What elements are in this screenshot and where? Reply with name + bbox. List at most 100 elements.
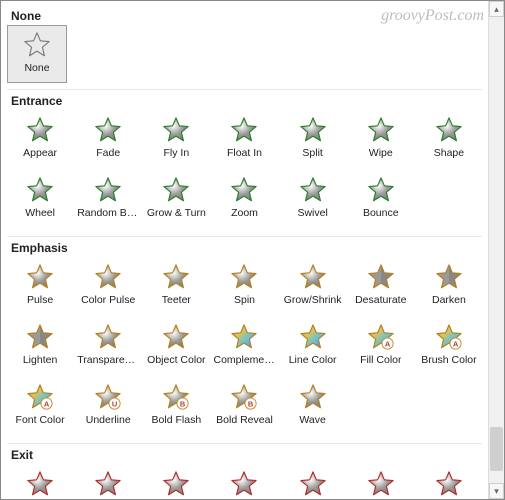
effect-bold-reveal[interactable]: B Bold Reveal [211, 377, 277, 435]
star-icon [434, 115, 464, 145]
svg-text:A: A [44, 399, 50, 408]
effect-label: Bounce [363, 207, 399, 219]
effect-font-color[interactable]: A Font Color [7, 377, 73, 435]
effect-pulse[interactable]: Pulse [7, 257, 73, 315]
effect-split[interactable]: Split [280, 464, 346, 499]
effect-appear[interactable]: Appear [7, 110, 73, 168]
scroll-thumb[interactable] [490, 427, 503, 471]
effect-label: Fill Color [360, 354, 401, 366]
effect-spin[interactable]: Spin [211, 257, 277, 315]
effect-label: Font Color [16, 414, 65, 426]
effect-fade[interactable]: Fade [75, 464, 141, 499]
svg-text:A: A [385, 339, 391, 348]
effect-split[interactable]: Split [280, 110, 346, 168]
effect-grow-turn[interactable]: Grow & Turn [143, 170, 209, 228]
effect-fill-color[interactable]: A Fill Color [348, 317, 414, 375]
scrollbar-vertical[interactable]: ▴ ▾ [488, 1, 504, 499]
star-icon [298, 322, 328, 352]
star-icon [25, 469, 55, 499]
effect-none[interactable]: None [7, 25, 67, 83]
effect-label: Fly In [164, 147, 190, 159]
effect-float-in[interactable]: Float In [211, 110, 277, 168]
star-icon [93, 469, 123, 499]
effect-teeter[interactable]: Teeter [143, 257, 209, 315]
effect-shape[interactable]: Shape [416, 464, 482, 499]
section-head-emphasis: Emphasis [11, 241, 482, 255]
effect-transparency[interactable]: Transparency [75, 317, 141, 375]
star-icon: A [366, 322, 396, 352]
scroll-track[interactable] [489, 17, 504, 483]
effect-label: Float In [227, 147, 262, 159]
effect-lighten[interactable]: Lighten [7, 317, 73, 375]
effect-wave[interactable]: Wave [280, 377, 346, 435]
effect-brush-color[interactable]: A Brush Color [416, 317, 482, 375]
effect-wheel[interactable]: Wheel [7, 170, 73, 228]
effect-wipe[interactable]: Wipe [348, 110, 414, 168]
effect-label: Complemen… [213, 354, 275, 366]
effect-grow-shrink[interactable]: Grow/Shrink [280, 257, 346, 315]
effect-label: Split [302, 147, 322, 159]
star-icon [366, 469, 396, 499]
effect-label: Pulse [27, 294, 53, 306]
star-icon [229, 262, 259, 292]
star-icon: U [93, 382, 123, 412]
effect-fly-out[interactable]: Fly Out [143, 464, 209, 499]
scroll-up-button[interactable]: ▴ [489, 1, 504, 17]
grid-entrance: Appear Fade [7, 110, 482, 228]
star-icon [161, 175, 191, 205]
effect-fly-in[interactable]: Fly In [143, 110, 209, 168]
effect-label: Wheel [25, 207, 55, 219]
effect-darken[interactable]: Darken [416, 257, 482, 315]
svg-text:U: U [112, 399, 117, 408]
effect-wipe[interactable]: Wipe [348, 464, 414, 499]
effect-complemen[interactable]: Complemen… [211, 317, 277, 375]
effect-zoom[interactable]: Zoom [211, 170, 277, 228]
effect-label: Bold Flash [152, 414, 202, 426]
effect-label: None [24, 62, 49, 74]
effect-random-bars[interactable]: Random Bars [75, 170, 141, 228]
scroll-down-button[interactable]: ▾ [489, 483, 504, 499]
effect-color-pulse[interactable]: Color Pulse [75, 257, 141, 315]
effect-object-color[interactable]: Object Color [143, 317, 209, 375]
star-icon [366, 115, 396, 145]
effect-label: Appear [23, 147, 57, 159]
effect-bounce[interactable]: Bounce [348, 170, 414, 228]
effect-line-color[interactable]: Line Color [280, 317, 346, 375]
star-icon [25, 322, 55, 352]
effect-label: Lighten [23, 354, 57, 366]
star-icon [298, 175, 328, 205]
star-icon: A [25, 382, 55, 412]
effect-label: Random Bars [77, 207, 139, 219]
effect-label: Transparency [77, 354, 139, 366]
effect-underline[interactable]: U Underline [75, 377, 141, 435]
star-icon [25, 175, 55, 205]
star-icon: B [229, 382, 259, 412]
effect-label: Zoom [231, 207, 258, 219]
effect-label: Teeter [162, 294, 191, 306]
star-icon [298, 469, 328, 499]
effect-fade[interactable]: Fade [75, 110, 141, 168]
effect-swivel[interactable]: Swivel [280, 170, 346, 228]
star-icon [25, 115, 55, 145]
separator [7, 236, 482, 237]
separator [7, 89, 482, 90]
star-icon [93, 115, 123, 145]
star-icon [229, 175, 259, 205]
star-icon [298, 382, 328, 412]
effect-float-out[interactable]: Float Out [211, 464, 277, 499]
section-head-entrance: Entrance [11, 94, 482, 108]
effect-disappear[interactable]: Disappear [7, 464, 73, 499]
svg-text:B: B [180, 399, 186, 408]
star-icon [298, 262, 328, 292]
effect-shape[interactable]: Shape [416, 110, 482, 168]
grid-none: None [7, 25, 482, 83]
star-icon [434, 262, 464, 292]
star-icon [298, 115, 328, 145]
separator [7, 443, 482, 444]
star-icon [161, 262, 191, 292]
effect-bold-flash[interactable]: B Bold Flash [143, 377, 209, 435]
effect-desaturate[interactable]: Desaturate [348, 257, 414, 315]
effect-label: Spin [234, 294, 255, 306]
effect-label: Swivel [297, 207, 327, 219]
effect-label: Line Color [289, 354, 337, 366]
